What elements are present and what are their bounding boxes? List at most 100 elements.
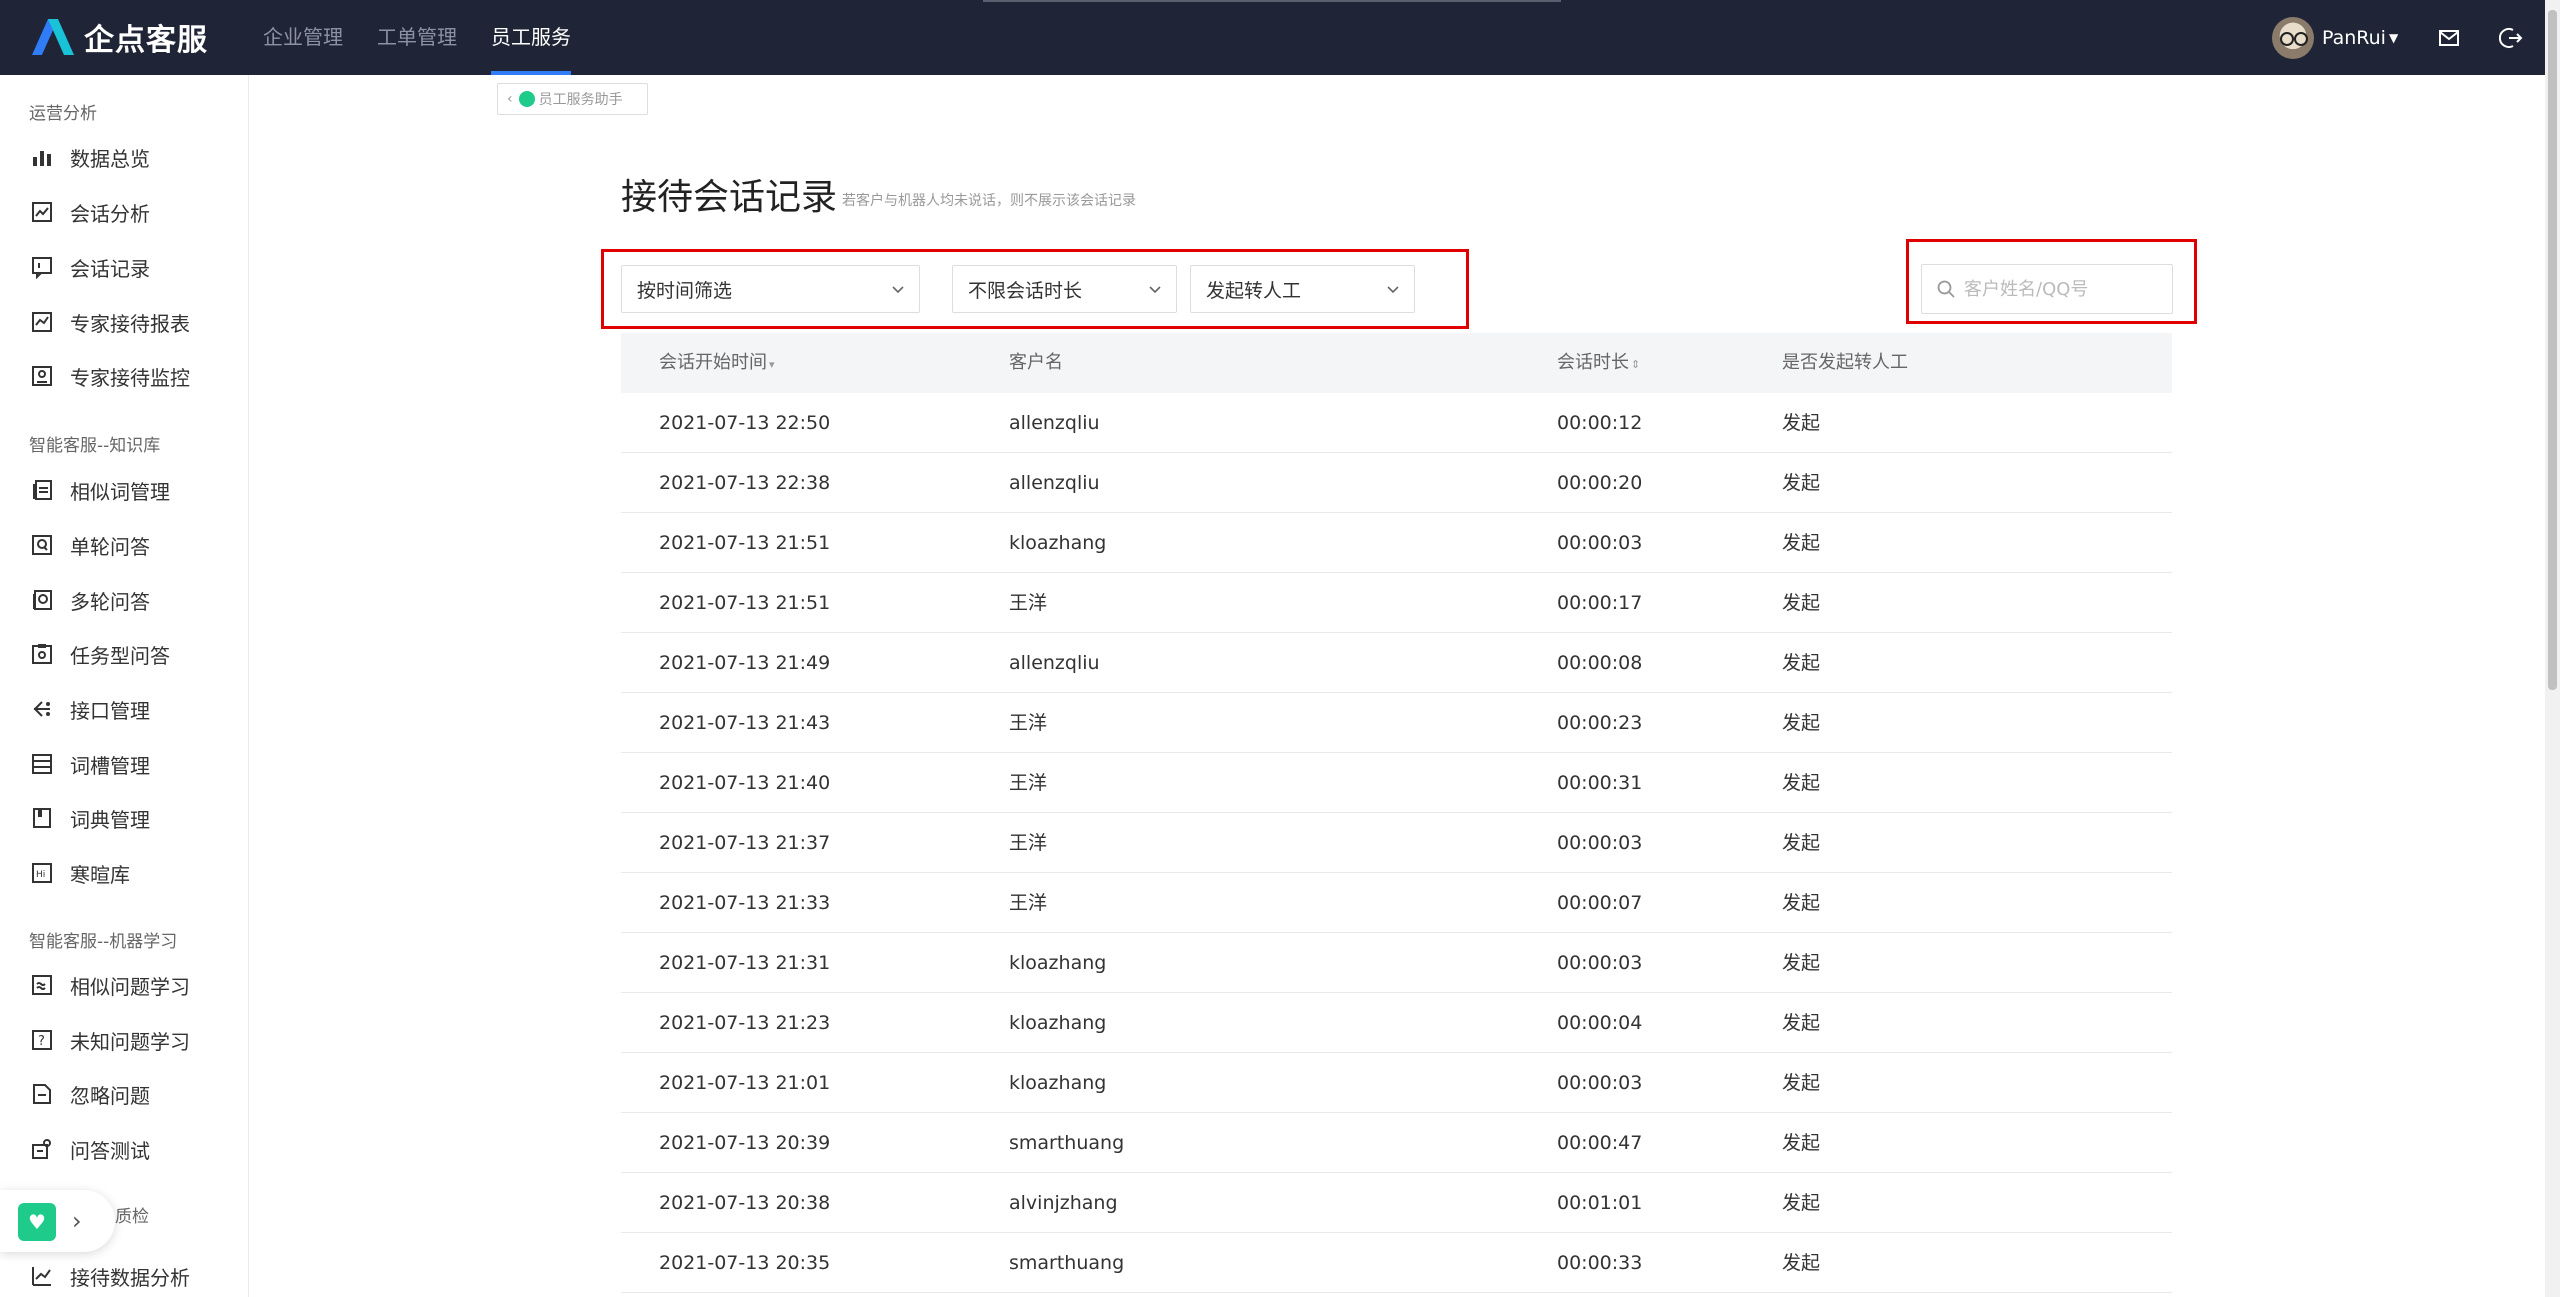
sidebar-item-1-0[interactable]: 相似词管理 <box>30 475 170 505</box>
header-duration[interactable]: 会话时长 ⇕ <box>1557 333 1640 395</box>
page-title: 接待会话记录 <box>621 177 838 218</box>
vertical-scrollbar[interactable] <box>2545 0 2560 1297</box>
sidebar-item-1-5[interactable]: 词槽管理 <box>30 749 150 779</box>
sidebar-item-label: 专家接待监控 <box>70 365 190 390</box>
sidebar-item-2-2[interactable]: 忽略问题 <box>30 1079 150 1109</box>
sidebar-item-1-7[interactable]: Hi 寒暄库 <box>30 858 130 888</box>
cell-transfer: 发起 <box>1782 712 1821 734</box>
sidebar-item-0-2[interactable]: 会话记录 <box>30 252 150 282</box>
sort-icon[interactable]: ⇕ <box>1631 358 1640 371</box>
chevron-right-icon[interactable]: › <box>72 1207 82 1235</box>
sidebar-item-label: 多轮问答 <box>70 589 150 614</box>
sidebar-item-label: 会话分析 <box>70 201 150 226</box>
avatar[interactable] <box>2272 17 2314 59</box>
sidebar-item-1-6[interactable]: 词典管理 <box>30 803 150 833</box>
sidebar-item-1-1[interactable]: 单轮问答 <box>30 530 150 560</box>
cell-transfer: 发起 <box>1782 1132 1821 1154</box>
sidebar-item-2-0[interactable]: 相似问题学习 <box>30 970 190 1000</box>
cell-transfer: 发起 <box>1782 772 1821 794</box>
mail-icon[interactable] <box>2437 26 2461 50</box>
sidebar-item-2-3[interactable]: 问答测试 <box>30 1134 150 1164</box>
cell-customer: alvinjzhang <box>1009 1192 1118 1214</box>
duration-filter-select[interactable]: 不限会话时长 <box>952 265 1177 313</box>
sort-desc-icon[interactable]: ▾ <box>769 358 775 371</box>
sidebar-item-0-0[interactable]: 数据总览 <box>30 142 150 172</box>
header-start-time[interactable]: 会话开始时间 ▾ <box>659 333 775 395</box>
table-row[interactable]: 2021-07-13 22:38 allenzqliu 00:00:20 发起 <box>621 453 2172 513</box>
header-customer: 客户名 <box>1009 352 1063 373</box>
cell-start-time: 2021-07-13 21:51 <box>659 592 831 614</box>
table-row[interactable]: 2021-07-13 20:38 alvinjzhang 00:01:01 发起 <box>621 1173 2172 1233</box>
logout-icon[interactable] <box>2498 26 2523 50</box>
cell-start-time: 2021-07-13 21:49 <box>659 652 831 674</box>
table-row[interactable]: 2021-07-13 21:31 kloazhang 00:00:03 发起 <box>621 933 2172 993</box>
table-row[interactable]: 2021-07-13 21:49 allenzqliu 00:00:08 发起 <box>621 633 2172 693</box>
table-row[interactable]: 2021-07-13 20:35 smarthuang 00:00:33 发起 <box>621 1233 2172 1293</box>
cell-customer: 王洋 <box>1009 772 1048 794</box>
sidebar-item-1-4[interactable]: 接口管理 <box>30 694 150 724</box>
sidebar-item-0-3[interactable]: 专家接待报表 <box>30 307 190 337</box>
cell-duration: 00:00:03 <box>1557 832 1643 854</box>
cell-transfer: 发起 <box>1782 1252 1821 1274</box>
table-row[interactable]: 2021-07-13 20:39 smarthuang 00:00:47 发起 <box>621 1113 2172 1173</box>
table-row[interactable]: 2021-07-13 21:40 王洋 00:00:31 发起 <box>621 753 2172 813</box>
chat-record-icon <box>30 255 54 280</box>
sidebar-item-3-0[interactable]: 接待数据分析 <box>30 1261 190 1291</box>
cell-customer: smarthuang <box>1009 1132 1125 1154</box>
nav-item-0[interactable]: 企业管理 <box>263 0 343 75</box>
sidebar-section-title: 质检 <box>115 1207 149 1227</box>
table-row[interactable]: 2021-07-13 22:50 allenzqliu 00:00:12 发起 <box>621 393 2172 453</box>
table-row[interactable]: 2021-07-13 21:37 王洋 00:00:03 发起 <box>621 813 2172 873</box>
table-row[interactable]: 2021-07-13 21:43 王洋 00:00:23 发起 <box>621 693 2172 753</box>
transfer-filter-select[interactable]: 发起转人工 <box>1190 265 1415 313</box>
sidebar-item-0-1[interactable]: 会话分析 <box>30 197 150 227</box>
bar-chart-icon <box>30 145 54 169</box>
app-logo[interactable]: 企点客服 <box>28 16 208 58</box>
assistant-icon[interactable]: ♥ <box>18 1203 56 1241</box>
table-row[interactable]: 2021-07-13 21:51 王洋 00:00:17 发起 <box>621 573 2172 633</box>
search-input[interactable] <box>1964 278 2164 300</box>
sidebar-item-label: 寒暄库 <box>70 862 130 887</box>
table-row[interactable]: 2021-07-13 21:33 王洋 00:00:07 发起 <box>621 873 2172 933</box>
nav-item-2[interactable]: 员工服务 <box>491 0 571 75</box>
username: PanRui <box>2322 27 2386 49</box>
slot-icon <box>30 752 54 776</box>
cell-customer: allenzqliu <box>1009 652 1100 674</box>
single-qa-icon <box>30 533 54 557</box>
sidebar-item-1-2[interactable]: 多轮问答 <box>30 585 150 615</box>
time-filter-select[interactable]: 按时间筛选 <box>621 265 920 313</box>
chevron-down-icon <box>1149 286 1161 294</box>
scrollbar-thumb[interactable] <box>2548 10 2557 690</box>
back-button[interactable]: ‹ 员工服务助手 <box>497 83 648 115</box>
sidebar-item-1-3[interactable]: 任务型问答 <box>30 639 170 669</box>
cell-transfer: 发起 <box>1782 1012 1821 1034</box>
transfer-filter-value: 发起转人工 <box>1206 279 1302 302</box>
table-row[interactable]: 2021-07-13 21:01 kloazhang 00:00:03 发起 <box>621 1053 2172 1113</box>
customer-search[interactable] <box>1921 264 2173 314</box>
cell-customer: 王洋 <box>1009 892 1048 914</box>
sidebar-item-label: 数据总览 <box>70 146 150 171</box>
sidebar-item-2-1[interactable]: ? 未知问题学习 <box>30 1025 190 1055</box>
assistant-dot-icon <box>518 91 535 107</box>
table-row[interactable]: 2021-07-13 21:51 kloazhang 00:00:03 发起 <box>621 513 2172 573</box>
cell-duration: 00:00:08 <box>1557 652 1643 674</box>
sidebar-item-label: 相似词管理 <box>70 479 170 504</box>
greeting-icon: Hi <box>30 861 54 885</box>
cell-duration: 00:00:04 <box>1557 1012 1643 1034</box>
user-menu[interactable]: PanRui ▼ <box>2272 17 2398 59</box>
cell-duration: 00:00:07 <box>1557 892 1643 914</box>
chevron-down-icon: ▼ <box>2388 31 2399 45</box>
cell-start-time: 2021-07-13 21:51 <box>659 532 831 554</box>
cell-duration: 00:00:31 <box>1557 772 1643 794</box>
svg-text:?: ? <box>38 1034 45 1049</box>
cell-start-time: 2021-07-13 22:50 <box>659 412 831 434</box>
cell-duration: 00:00:17 <box>1557 592 1643 614</box>
report-icon <box>30 310 54 334</box>
sidebar-item-0-4[interactable]: 专家接待监控 <box>30 361 190 391</box>
cell-transfer: 发起 <box>1782 892 1821 914</box>
sidebar-item-label: 未知问题学习 <box>70 1029 190 1054</box>
nav-item-1[interactable]: 工单管理 <box>377 0 457 75</box>
floating-assistant-toggle[interactable]: ♥ › <box>0 1190 115 1252</box>
svg-text:Hi: Hi <box>36 870 45 880</box>
table-row[interactable]: 2021-07-13 21:23 kloazhang 00:00:04 发起 <box>621 993 2172 1053</box>
